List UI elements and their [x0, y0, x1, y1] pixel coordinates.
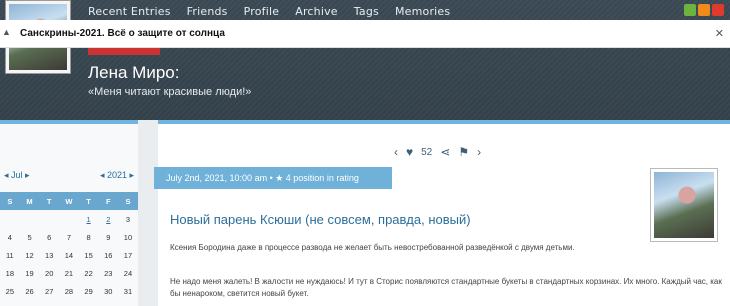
calendar-day: 11 [5, 250, 14, 260]
calendar-day: 28 [64, 286, 74, 296]
weekday: S [7, 196, 13, 206]
calendar-day: 14 [64, 250, 74, 260]
chevron-left-icon[interactable]: ‹ [394, 145, 398, 159]
calendar-grid: S M T W T F S 1 2 3 4 5 6 7 8 9 10 11 12… [0, 192, 138, 300]
post-date-bar: July 2nd, 2021, 10:00 am • ★ 4 position … [154, 167, 392, 189]
post-toolbar: ‹ ♥ 52 ⋖ ⚑ › [394, 145, 481, 159]
weekday: T [46, 196, 52, 206]
rss-icon[interactable] [698, 4, 710, 16]
calendar-header: ◂ Jul ▸ ◂ 2021 ▸ [4, 170, 134, 181]
calendar-day: 7 [66, 232, 71, 242]
calendar-day: 5 [27, 232, 32, 242]
weekday: S [125, 196, 131, 206]
ribbon-label [88, 48, 160, 55]
calendar-day: 21 [64, 268, 74, 278]
calendar-day: 6 [47, 232, 52, 242]
blog-header: Recent Entries Friends Profile Archive T… [0, 0, 730, 120]
top-right-icons [684, 4, 724, 16]
weekday: W [65, 196, 73, 206]
weekday: T [86, 196, 91, 206]
heart-icon[interactable]: ♥ [406, 145, 413, 159]
calendar-day: 3 [125, 214, 131, 224]
nav-archive[interactable]: Archive [295, 5, 338, 18]
nav-profile[interactable]: Profile [244, 5, 280, 18]
calendar-day: 23 [104, 268, 113, 278]
blog-tagline: «Меня читают красивые люди!» [88, 86, 252, 98]
calendar-month-nav[interactable]: ◂ Jul ▸ [4, 170, 30, 181]
calendar-day: 31 [123, 286, 133, 296]
calendar-week: 18 19 20 21 22 23 24 [0, 264, 138, 282]
add-icon[interactable] [684, 4, 696, 16]
calendar-day: 17 [123, 250, 133, 260]
calendar-week: 25 26 27 28 29 30 31 [0, 282, 138, 300]
calendar-day: 26 [25, 286, 34, 296]
notification-bar: ▲ Санскрины-2021. Всё о защите от солнца… [0, 20, 730, 48]
blog-title[interactable]: Лена Миро: [88, 63, 179, 83]
calendar-day: 4 [7, 232, 12, 242]
calendar-day: 15 [84, 250, 93, 260]
calendar-week: 4 5 6 7 8 9 10 [0, 228, 138, 246]
post-container: ‹ ♥ 52 ⋖ ⚑ › July 2nd, 2021, 10:00 am • … [154, 120, 730, 306]
nav-recent-entries[interactable]: Recent Entries [88, 5, 171, 18]
share-icon[interactable]: ⋖ [440, 145, 450, 159]
chevron-right-icon[interactable]: › [477, 145, 481, 159]
calendar-day: 29 [84, 286, 93, 296]
likes-count: 52 [421, 146, 433, 158]
nav-memories[interactable]: Memories [395, 5, 450, 18]
calendar-day: 19 [25, 268, 34, 278]
calendar-day: 10 [123, 232, 133, 242]
calendar-year-nav[interactable]: ◂ 2021 ▸ [100, 170, 134, 181]
top-navigation: Recent Entries Friends Profile Archive T… [88, 0, 450, 22]
calendar-day-link[interactable]: 1 [79, 215, 99, 224]
calendar-day: 18 [5, 268, 15, 278]
close-icon[interactable]: ✕ [715, 27, 724, 40]
calendar-day: 13 [45, 250, 54, 260]
nav-tags[interactable]: Tags [354, 5, 379, 18]
post-paragraph: Ксения Бородина даже в процессе развода … [170, 243, 575, 252]
flag-icon[interactable]: ⚑ [458, 145, 469, 159]
calendar-day: 8 [86, 232, 91, 242]
post-author-avatar[interactable] [650, 168, 718, 242]
notification-title[interactable]: Санскрины-2021. Всё о защите от солнца [20, 28, 225, 39]
nav-friends[interactable]: Friends [187, 5, 228, 18]
weekday: M [26, 196, 33, 206]
calendar-day: 12 [25, 250, 34, 260]
sidebar: ◂ Jul ▸ ◂ 2021 ▸ S M T W T F S 1 2 3 4 5… [0, 120, 138, 306]
calendar-day: 9 [106, 232, 111, 242]
calendar-day: 22 [84, 268, 93, 278]
calendar-weekdays: S M T W T F S [0, 192, 138, 210]
calendar-day: 25 [5, 286, 15, 296]
calendar-day: 24 [123, 268, 133, 278]
triangle-icon: ▲ [2, 27, 11, 37]
calendar-day: 27 [45, 286, 54, 296]
close-square-icon[interactable] [712, 4, 724, 16]
calendar-day: 16 [104, 250, 113, 260]
calendar-day: 20 [45, 268, 54, 278]
calendar-week: 1 2 3 [0, 210, 138, 228]
avatar-photo [654, 172, 714, 238]
calendar-week: 11 12 13 14 15 16 17 [0, 246, 138, 264]
calendar-day-link[interactable]: 2 [98, 215, 118, 224]
post-paragraph: Не надо меня жалеть! В жалости не нуждаю… [170, 277, 722, 298]
calendar-day: 30 [104, 286, 113, 296]
post-title[interactable]: Новый парень Ксюши (не совсем, правда, н… [170, 212, 471, 227]
weekday: F [105, 196, 111, 206]
